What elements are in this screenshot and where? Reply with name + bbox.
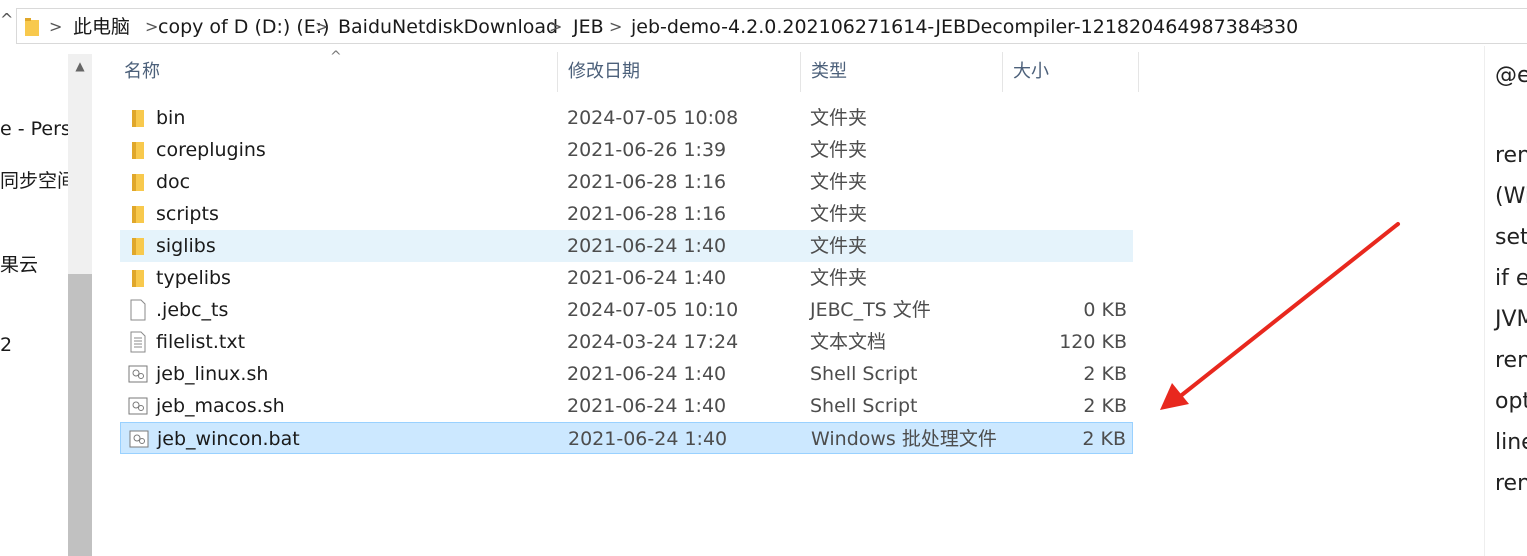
- file-name: siglibs: [156, 235, 216, 257]
- file-row[interactable]: .jebc_ts 2024-07-05 10:10 JEBC_TS 文件 0 KB: [120, 294, 1133, 326]
- file-name: scripts: [156, 203, 219, 225]
- column-header-size[interactable]: 大小: [1003, 52, 1139, 92]
- preview-line: JVM: [1495, 307, 1527, 332]
- file-type: Shell Script: [810, 363, 918, 385]
- nav-item-sync-space[interactable]: 同步空间: [0, 166, 70, 193]
- file-size: 120 KB: [1059, 331, 1127, 353]
- chevron-right-icon[interactable]: >: [609, 9, 622, 45]
- nav-item-jianguoyun[interactable]: 果云: [0, 250, 38, 277]
- folder-icon: [128, 139, 148, 161]
- text-file-icon: [128, 331, 148, 353]
- file-modified-date: 2024-07-05 10:10: [567, 299, 739, 321]
- file-list: ^ 名称 修改日期 类型 大小 bin 2024-07-05 10:08 文件夹 co…: [92, 46, 1484, 556]
- file-row[interactable]: coreplugins 2021-06-26 1:39 文件夹: [120, 134, 1133, 166]
- file-modified-date: 2021-06-24 1:40: [567, 395, 727, 417]
- chevron-up-icon[interactable]: ^: [0, 10, 14, 34]
- address-box[interactable]: > 此电脑 > copy of D (D:) (E:) > BaiduNetdi…: [16, 8, 1527, 44]
- column-header-type[interactable]: 类型: [801, 52, 1003, 92]
- file-name: bin: [156, 107, 186, 129]
- file-modified-date: 2021-06-24 1:40: [567, 363, 727, 385]
- file-modified-date: 2024-03-24 17:24: [567, 331, 739, 353]
- file-name: jeb_wincon.bat: [157, 428, 300, 450]
- folder-icon: [128, 171, 148, 193]
- file-name: jeb_macos.sh: [156, 395, 285, 417]
- file-type: Windows 批处理文件: [811, 428, 997, 450]
- file-modified-date: 2021-06-24 1:40: [568, 428, 728, 450]
- file-size: 2 KB: [1083, 363, 1127, 385]
- file-row[interactable]: filelist.txt 2024-03-24 17:24 文本文档 120 KB: [120, 326, 1133, 358]
- file-modified-date: 2021-06-24 1:40: [567, 267, 727, 289]
- folder-icon: [128, 203, 148, 225]
- nav-item-other[interactable]: 2: [0, 334, 12, 356]
- folder-icon: [128, 235, 148, 257]
- file-row[interactable]: bin 2024-07-05 10:08 文件夹: [120, 102, 1133, 134]
- folder-icon: [128, 267, 148, 289]
- file-type: 文件夹: [810, 267, 868, 289]
- breadcrumb-baidu[interactable]: BaiduNetdiskDownload: [338, 9, 558, 45]
- file-row[interactable]: siglibs 2021-06-24 1:40 文件夹: [120, 230, 1133, 262]
- script-file-icon: [128, 363, 148, 385]
- file-modified-date: 2021-06-28 1:16: [567, 171, 727, 193]
- preview-line: ren: [1495, 348, 1527, 373]
- breadcrumb-drive[interactable]: copy of D (D:) (E:): [158, 9, 330, 45]
- file-type: 文件夹: [810, 171, 868, 193]
- column-header-date[interactable]: 修改日期: [558, 52, 801, 92]
- scroll-up-arrow-icon[interactable]: ▲: [68, 54, 92, 76]
- file-row[interactable]: jeb_macos.sh 2021-06-24 1:40 Shell Script 2…: [120, 390, 1133, 422]
- file-type: 文本文档: [810, 331, 887, 353]
- preview-line: opt: [1495, 389, 1527, 414]
- preview-line: (Wi: [1495, 184, 1527, 209]
- folder-icon: [128, 107, 148, 129]
- file-row[interactable]: jeb_linux.sh 2021-06-24 1:40 Shell Script 2…: [120, 358, 1133, 390]
- file-type: 文件夹: [810, 235, 868, 257]
- file-type: 文件夹: [810, 107, 868, 129]
- file-modified-date: 2024-07-05 10:08: [567, 107, 739, 129]
- file-size: 0 KB: [1083, 299, 1127, 321]
- preview-pane: @e ren (Wi set if e JVM ren opt line ren: [1484, 46, 1527, 556]
- scrollbar-thumb[interactable]: [68, 274, 92, 556]
- file-name: coreplugins: [156, 139, 266, 161]
- preview-line: @e: [1495, 63, 1527, 88]
- preview-line: ren: [1495, 471, 1527, 496]
- file-name: .jebc_ts: [156, 299, 229, 321]
- file-row[interactable]: typelibs 2021-06-24 1:40 文件夹: [120, 262, 1133, 294]
- navigation-pane: e - Perso 同步空间 果云 2: [0, 46, 70, 556]
- chevron-right-icon[interactable]: >: [315, 9, 328, 45]
- file-row[interactable]: doc 2021-06-28 1:16 文件夹: [120, 166, 1133, 198]
- file-name: typelibs: [156, 267, 231, 289]
- chevron-right-icon[interactable]: >: [49, 9, 62, 45]
- chevron-right-icon[interactable]: >: [145, 9, 158, 45]
- file-name: doc: [156, 171, 191, 193]
- address-bar: ^ > 此电脑 > copy of D (D:) (E:) > BaiduNet…: [0, 0, 1527, 46]
- breadcrumb-this-pc[interactable]: 此电脑: [73, 9, 130, 45]
- file-row[interactable]: scripts 2021-06-28 1:16 文件夹: [120, 198, 1133, 230]
- file-modified-date: 2021-06-26 1:39: [567, 139, 727, 161]
- script-file-icon: [129, 428, 149, 450]
- file-type: JEBC_TS 文件: [810, 299, 931, 321]
- file-name: jeb_linux.sh: [156, 363, 269, 385]
- file-type: Shell Script: [810, 395, 918, 417]
- blank-file-icon: [128, 299, 148, 321]
- preview-line: set: [1495, 225, 1527, 250]
- file-size: 2 KB: [1082, 428, 1126, 450]
- preview-line: ren: [1495, 143, 1527, 168]
- folder-icon: [25, 18, 39, 36]
- column-header-name[interactable]: 名称: [114, 52, 558, 92]
- nav-item-onedrive[interactable]: e - Perso: [0, 118, 70, 140]
- preview-line: if e: [1495, 266, 1527, 291]
- file-row[interactable]: jeb_wincon.bat 2021-06-24 1:40 Windows 批处理…: [120, 422, 1133, 454]
- file-size: 2 KB: [1083, 395, 1127, 417]
- file-modified-date: 2021-06-24 1:40: [567, 235, 727, 257]
- nav-scrollbar[interactable]: ▲: [68, 54, 92, 556]
- breadcrumb-jeb-demo[interactable]: jeb-demo-4.2.0.202106271614-JEBDecompile…: [631, 9, 1298, 45]
- chevron-right-icon[interactable]: >: [549, 9, 562, 45]
- file-name: filelist.txt: [156, 331, 246, 353]
- preview-line: line: [1495, 430, 1527, 455]
- script-file-icon: [128, 395, 148, 417]
- file-type: 文件夹: [810, 203, 868, 225]
- file-modified-date: 2021-06-28 1:16: [567, 203, 727, 225]
- breadcrumb-jeb[interactable]: JEB: [573, 9, 604, 45]
- chevron-right-icon[interactable]: >: [1255, 9, 1268, 45]
- file-type: 文件夹: [810, 139, 868, 161]
